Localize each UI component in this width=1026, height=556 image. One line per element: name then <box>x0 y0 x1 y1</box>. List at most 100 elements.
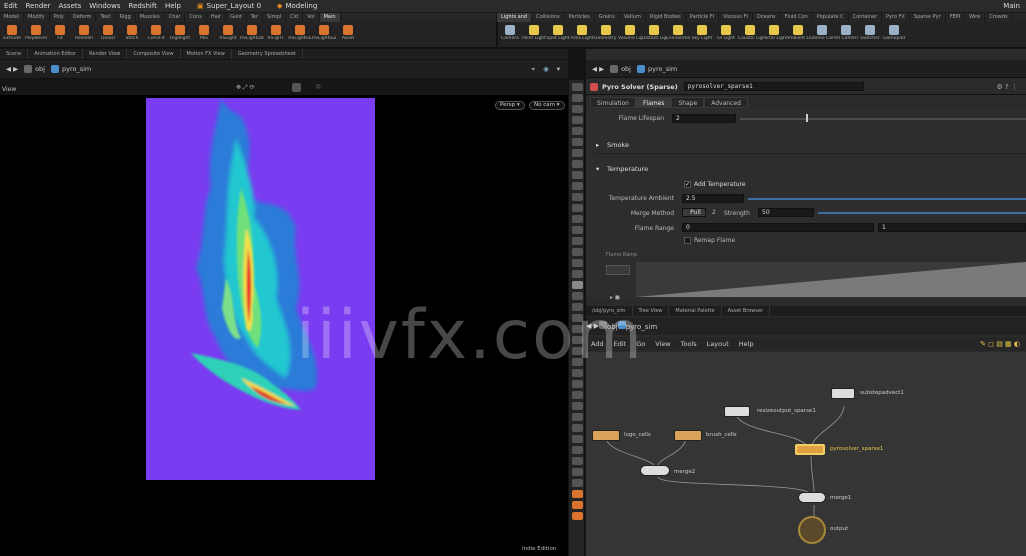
back-icon[interactable]: ◀ ▶ <box>6 65 18 73</box>
pane-tab[interactable]: Motion FX View <box>181 49 232 59</box>
display-options-icon[interactable] <box>292 83 301 92</box>
net-menu-help[interactable]: Help <box>734 340 759 348</box>
viewport-tool-icon[interactable] <box>572 446 583 454</box>
shelf-tab[interactable]: Modify <box>24 13 50 22</box>
flame-lifespan-handle[interactable] <box>806 114 808 122</box>
shelf-tool[interactable]: Mix <box>192 22 216 47</box>
viewport-tool-icon[interactable] <box>572 248 583 256</box>
shelf-tab[interactable]: Container <box>849 13 883 22</box>
viewport-tool-icon[interactable] <box>572 270 583 278</box>
viewport-tool-icon[interactable] <box>572 105 583 113</box>
shelf-tool[interactable]: Caustic Light <box>738 22 762 47</box>
shelf-tool[interactable]: RSLightSun <box>312 22 336 47</box>
pin-icon[interactable]: ⌖ <box>531 65 535 74</box>
menu-windows[interactable]: Windows <box>85 2 124 10</box>
shelf-tool[interactable]: GI Light <box>714 22 738 47</box>
shelf-tool[interactable]: Remesh <box>72 22 96 47</box>
shelf-tab[interactable]: Model <box>0 13 25 22</box>
param-path-obj[interactable]: obj <box>610 64 631 73</box>
viewport-tool-icon[interactable] <box>572 457 583 465</box>
node-name-field[interactable]: pyrosolver_sparse1 <box>683 82 864 91</box>
shelf-tool[interactable]: RSLightDome <box>240 22 264 47</box>
shelf-tab[interactable]: Text <box>96 13 116 22</box>
node-brush-cells[interactable] <box>674 430 702 441</box>
shelf-tool[interactable]: RSLight <box>216 22 240 47</box>
flame-range-min[interactable]: 0 <box>682 223 874 232</box>
viewport-tool-icon[interactable] <box>572 468 583 476</box>
shelf-tab[interactable]: Cons <box>185 13 207 22</box>
add-temp-checkbox[interactable]: ✓ <box>684 181 691 188</box>
shelf-tool[interactable]: Stitch <box>120 22 144 47</box>
net-menu-tools[interactable]: Tools <box>676 340 702 348</box>
path-geo[interactable]: pyro_sim <box>51 65 91 73</box>
viewport-tool-icon[interactable] <box>572 237 583 245</box>
temp-ambient-field[interactable]: 2.5 <box>682 194 744 203</box>
network-tab[interactable]: Asset Browser <box>722 306 771 316</box>
shelf-tab[interactable]: Lights and <box>497 13 533 22</box>
flame-lifespan-slider[interactable] <box>740 118 1026 120</box>
shelf-tool[interactable]: Extrude <box>0 22 24 47</box>
viewport-tool-icon[interactable] <box>572 259 583 267</box>
menu-help[interactable]: Help <box>161 2 185 10</box>
viewport-tool-icon[interactable] <box>572 160 583 168</box>
viewport-tool-icon[interactable] <box>572 424 583 432</box>
net-toolbar-icons[interactable]: ✎ ◻ ▤ ▦ ◐ <box>980 340 1020 348</box>
shelf-tool[interactable]: Point Light <box>522 22 546 47</box>
smoke-section-label[interactable]: Smoke <box>607 141 629 149</box>
viewport-tool-icon[interactable] <box>572 116 583 124</box>
path-obj[interactable]: obj <box>24 65 45 73</box>
merge-method-menu[interactable]: Pull <box>682 208 706 217</box>
shelf-tool[interactable]: Area Light <box>570 22 594 47</box>
shelf-tool[interactable]: Portal Light <box>762 22 786 47</box>
shelf-tab[interactable]: Wire <box>965 13 986 22</box>
viewport-tool-icon[interactable] <box>572 171 583 179</box>
shelf-tool[interactable]: DivSD <box>96 22 120 47</box>
shelf-tool[interactable]: ConvFit <box>144 22 168 47</box>
viewport-tool-icon[interactable] <box>572 149 583 157</box>
tab-flames[interactable]: Flames <box>635 97 672 108</box>
shelf-tool[interactable]: RS-glTF <box>264 22 288 47</box>
shelf-tool[interactable]: Camera <box>498 22 522 47</box>
viewport-tool-icon[interactable] <box>572 380 583 388</box>
temp-section-arrow[interactable]: ▾ <box>596 165 599 173</box>
flame-ramp-widget[interactable] <box>636 262 1026 297</box>
viewport-tool-icon[interactable] <box>572 281 583 289</box>
shelf-tab[interactable]: Vellum <box>620 13 646 22</box>
viewport-tool-icon[interactable] <box>572 512 583 520</box>
shelf-tab[interactable]: Crowds <box>985 13 1013 22</box>
viewport-tool-icon[interactable] <box>572 479 583 487</box>
shelf-tool[interactable]: Fit <box>48 22 72 47</box>
shelf-tab[interactable]: Oceans <box>753 13 781 22</box>
shelf-tab[interactable]: Vol <box>303 13 320 22</box>
shelf-tool[interactable]: Environment Light <box>666 22 690 47</box>
shelf-tool[interactable]: Switcher <box>858 22 882 47</box>
shelf-tab[interactable]: Hair <box>207 13 227 22</box>
menu-redshift[interactable]: Redshift <box>125 2 161 10</box>
tab-advanced[interactable]: Advanced <box>704 97 748 108</box>
param-path-geo[interactable]: pyro_sim <box>637 64 677 73</box>
shelf-tab[interactable]: Poly <box>50 13 69 22</box>
ramp-value-field[interactable] <box>606 265 630 275</box>
strength-field[interactable]: 50 <box>758 208 814 217</box>
viewport-tool-icon[interactable] <box>572 501 583 509</box>
globe-icon[interactable]: ◉ <box>543 65 549 73</box>
shelf-tab[interactable]: Fluid Con <box>780 13 813 22</box>
viewport-tool-icon[interactable] <box>572 435 583 443</box>
shelf-tab[interactable]: Ter <box>247 13 264 22</box>
view-tool-icons[interactable]: ✥ ⤢ ⟳ <box>236 84 255 92</box>
shelf-tab[interactable]: Grains <box>595 13 620 22</box>
shelf-tab[interactable]: Particle Fl <box>686 13 720 22</box>
temp-section-label[interactable]: Temperature <box>607 165 648 173</box>
pane-tab[interactable]: Render View <box>83 49 128 59</box>
pane-tab[interactable]: Composite View <box>127 49 181 59</box>
net-menu-layout[interactable]: Layout <box>702 340 734 348</box>
node-output[interactable] <box>798 516 826 544</box>
context-selector[interactable]: ◆ Modeling <box>273 2 321 10</box>
network-tab[interactable]: Material Palette <box>669 306 722 316</box>
shelf-tool[interactable]: Gamepad <box>882 22 906 47</box>
shelf-tool[interactable]: Geometry Light <box>594 22 618 47</box>
shelf-tab[interactable]: Char <box>165 13 186 22</box>
viewport-tool-icon[interactable] <box>572 402 583 410</box>
persp-menu[interactable]: Persp ▾ <box>495 101 525 110</box>
viewport-tool-icon[interactable] <box>572 413 583 421</box>
